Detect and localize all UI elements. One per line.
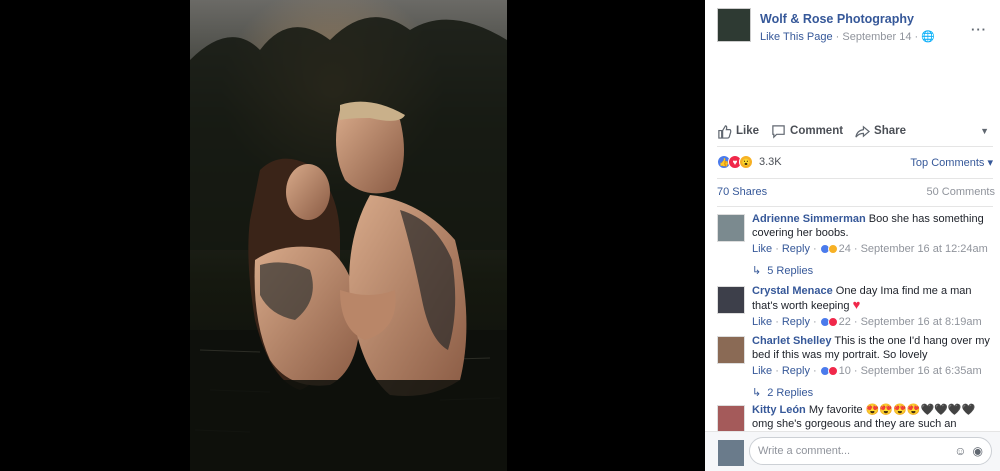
comment-time[interactable]: September 16 at 12:24am xyxy=(861,242,988,256)
comment-item: Adrienne Simmerman Boo she has something… xyxy=(717,212,993,277)
avatar[interactable] xyxy=(717,286,745,314)
reply-arrow-icon: ↳ xyxy=(752,265,762,277)
like-page-link[interactable]: Like This Page xyxy=(760,31,833,43)
comment-actions: Like · Reply · 24 · September 16 at 12:2… xyxy=(752,242,993,256)
reaction-count: 3.3K xyxy=(759,156,782,168)
heart-emoji-icon: ♥ xyxy=(852,297,861,312)
thumbs-up-icon xyxy=(718,124,732,139)
comment-placeholder: Write a comment... xyxy=(758,445,851,457)
wow-reaction-icon: 😮 xyxy=(739,155,753,169)
divider xyxy=(717,146,993,147)
caret-down-icon: ▾ xyxy=(987,156,993,169)
comment-item: Crystal Menace One day Ima find me a man… xyxy=(717,284,993,329)
top-comments-dropdown[interactable]: Top Comments ▾ xyxy=(910,156,993,169)
page-avatar[interactable] xyxy=(717,8,751,42)
photo-viewer xyxy=(0,0,705,471)
dot-separator: · xyxy=(812,365,817,377)
comment-like-link[interactable]: Like xyxy=(752,364,772,378)
view-replies-link[interactable]: ↳ 5 Replies xyxy=(752,264,993,278)
speech-bubble-icon xyxy=(772,124,785,139)
comment-reaction-icons[interactable] xyxy=(819,317,838,327)
comment-item: Charlet Shelley This is the one I'd hang… xyxy=(717,334,993,399)
chevron-down-icon[interactable]: ▼ xyxy=(980,126,989,136)
like-label: Like xyxy=(736,125,760,137)
share-label: Share xyxy=(874,125,907,137)
post-header: Wolf & Rose Photography Like This Page ·… xyxy=(717,8,997,48)
composer-icons: ☺ ◉ xyxy=(954,444,983,458)
comment-actions: Like · Reply · 10 · September 16 at 6:35… xyxy=(752,364,993,378)
more-options-button[interactable]: ··· xyxy=(971,22,987,37)
replies-label: 2 Replies xyxy=(767,386,814,399)
comment-reaction-icons[interactable] xyxy=(819,366,838,376)
dot-separator: · xyxy=(812,243,817,255)
comment-time[interactable]: September 16 at 6:35am xyxy=(861,364,982,378)
comment-reply-link[interactable]: Reply xyxy=(782,315,810,329)
comment-actions: Like · Reply · 22 · September 16 at 8:19… xyxy=(752,315,993,329)
comment-time[interactable]: September 16 at 8:19am xyxy=(861,315,982,329)
globe-icon: 🌐 xyxy=(921,31,935,43)
post-date[interactable]: September 14 xyxy=(842,31,911,43)
dot-separator: · xyxy=(775,243,779,255)
divider xyxy=(717,206,993,207)
comment-reaction-count: 24 xyxy=(838,243,851,255)
comment-button[interactable]: Comment xyxy=(771,124,843,139)
avatar[interactable] xyxy=(717,214,745,242)
avatar[interactable] xyxy=(717,405,745,433)
reaction-summary[interactable]: 👍 ♥ 😮 3.3K Top Comments ▾ xyxy=(717,153,993,171)
camera-icon[interactable]: ◉ xyxy=(973,444,983,458)
comment-reply-link[interactable]: Reply xyxy=(782,242,810,256)
reply-arrow-icon: ↳ xyxy=(752,387,762,399)
comment-item: Kitty León My favorite 😍😍😍😍🖤🖤🖤🖤 omg she'… xyxy=(717,403,993,433)
replies-label: 5 Replies xyxy=(767,264,814,277)
dot-separator: · xyxy=(775,316,779,328)
share-button[interactable]: Share xyxy=(855,124,906,139)
comment-input[interactable]: Write a comment... ☺ ◉ xyxy=(749,437,992,465)
post-actions: Like Comment Share ▼ xyxy=(717,120,989,142)
avatar[interactable] xyxy=(717,336,745,364)
comment-reaction-icons[interactable] xyxy=(819,244,838,254)
meta-separator-2: · xyxy=(914,31,919,43)
comment-author[interactable]: Kitty León xyxy=(752,404,806,416)
dot-separator: · xyxy=(812,316,817,328)
shares-count-link[interactable]: 70 Shares xyxy=(717,186,767,198)
dot-separator: · xyxy=(853,316,858,328)
dot-separator: · xyxy=(853,243,858,255)
share-arrow-icon xyxy=(855,125,871,138)
view-replies-link[interactable]: ↳ 2 Replies xyxy=(752,386,993,400)
comment-author[interactable]: Adrienne Simmerman xyxy=(752,213,866,225)
page-name-link[interactable]: Wolf & Rose Photography xyxy=(760,12,914,26)
post-photo[interactable] xyxy=(190,0,507,471)
comments-count[interactable]: 50 Comments xyxy=(927,186,995,198)
meta-separator: · xyxy=(835,31,840,43)
divider xyxy=(717,178,993,179)
comment-reaction-count: 22 xyxy=(838,316,851,328)
comment-reaction-count: 10 xyxy=(838,365,851,377)
comment-reply-link[interactable]: Reply xyxy=(782,364,810,378)
post-meta: Like This Page · September 14 · 🌐 xyxy=(760,30,935,43)
like-button[interactable]: Like xyxy=(717,124,759,139)
comment-like-link[interactable]: Like xyxy=(752,242,772,256)
post-side-panel: Wolf & Rose Photography Like This Page ·… xyxy=(705,0,1000,471)
comment-author[interactable]: Crystal Menace xyxy=(752,285,833,297)
post-stats: 70 Shares 50 Comments xyxy=(717,186,995,198)
top-comments-label: Top Comments xyxy=(910,156,985,169)
dot-separator: · xyxy=(775,365,779,377)
comment-label: Comment xyxy=(790,125,844,137)
avatar xyxy=(718,440,744,466)
dot-separator: · xyxy=(853,365,858,377)
comment-author[interactable]: Charlet Shelley xyxy=(752,335,831,347)
emoji-icon[interactable]: ☺ xyxy=(954,444,966,458)
comment-like-link[interactable]: Like xyxy=(752,315,772,329)
